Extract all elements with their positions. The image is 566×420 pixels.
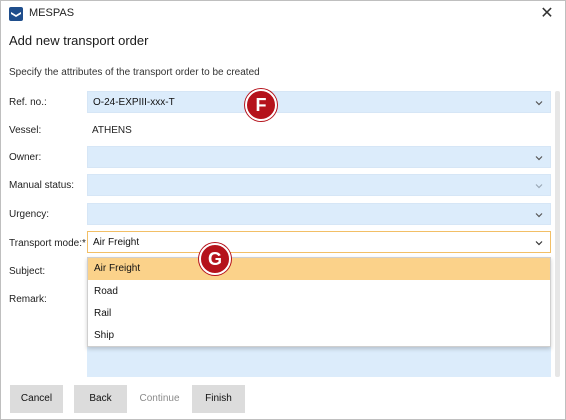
finish-button[interactable]: Finish: [192, 385, 245, 413]
chevron-down-icon: [535, 101, 543, 106]
option-road[interactable]: Road: [88, 281, 550, 303]
vessel-label: Vessel:: [9, 125, 42, 136]
chevron-down-icon: [535, 156, 543, 161]
chevron-down-icon: [535, 184, 543, 189]
dialog-subtitle: Specify the attributes of the transport …: [9, 67, 260, 78]
vessel-value: ATHENS: [92, 125, 132, 136]
urgency-select[interactable]: [87, 203, 551, 225]
dialog-window: MESPAS ✕ Add new transport order Specify…: [0, 0, 566, 420]
manual-status-select[interactable]: [87, 174, 551, 196]
back-button[interactable]: Back: [74, 385, 127, 413]
close-icon[interactable]: ✕: [537, 4, 557, 24]
option-ship[interactable]: Ship: [88, 325, 550, 347]
transport-mode-label: Transport mode:*: [9, 238, 86, 249]
titlebar: MESPAS ✕: [1, 1, 565, 27]
app-title: MESPAS: [29, 7, 75, 19]
transport-mode-select[interactable]: Air Freight: [87, 231, 551, 253]
dialog-title: Add new transport order: [9, 33, 149, 48]
continue-button[interactable]: Continue: [133, 385, 186, 413]
urgency-label: Urgency:: [9, 209, 50, 220]
option-rail[interactable]: Rail: [88, 303, 550, 325]
transport-mode-dropdown: Air Freight Road Rail Ship: [87, 257, 551, 347]
option-air-freight[interactable]: Air Freight: [88, 258, 550, 280]
mespas-logo-icon: [9, 7, 23, 21]
chevron-down-icon: [535, 241, 543, 246]
owner-select[interactable]: [87, 146, 551, 168]
callout-badge-g: G: [199, 243, 231, 275]
ref-no-label: Ref. no.:: [9, 97, 47, 108]
ref-no-value: O-24-EXPIII-xxx-T: [93, 97, 175, 108]
form-scrollbar[interactable]: [555, 91, 560, 377]
owner-label: Owner:: [9, 152, 42, 163]
cancel-button[interactable]: Cancel: [10, 385, 63, 413]
callout-badge-f: F: [245, 89, 277, 121]
manual-status-label: Manual status:: [9, 180, 75, 191]
ref-no-select[interactable]: O-24-EXPIII-xxx-T: [87, 91, 551, 113]
transport-mode-value: Air Freight: [93, 237, 140, 248]
subject-label: Subject:: [9, 266, 46, 277]
remark-label: Remark:: [9, 294, 47, 305]
chevron-down-icon: [535, 213, 543, 218]
